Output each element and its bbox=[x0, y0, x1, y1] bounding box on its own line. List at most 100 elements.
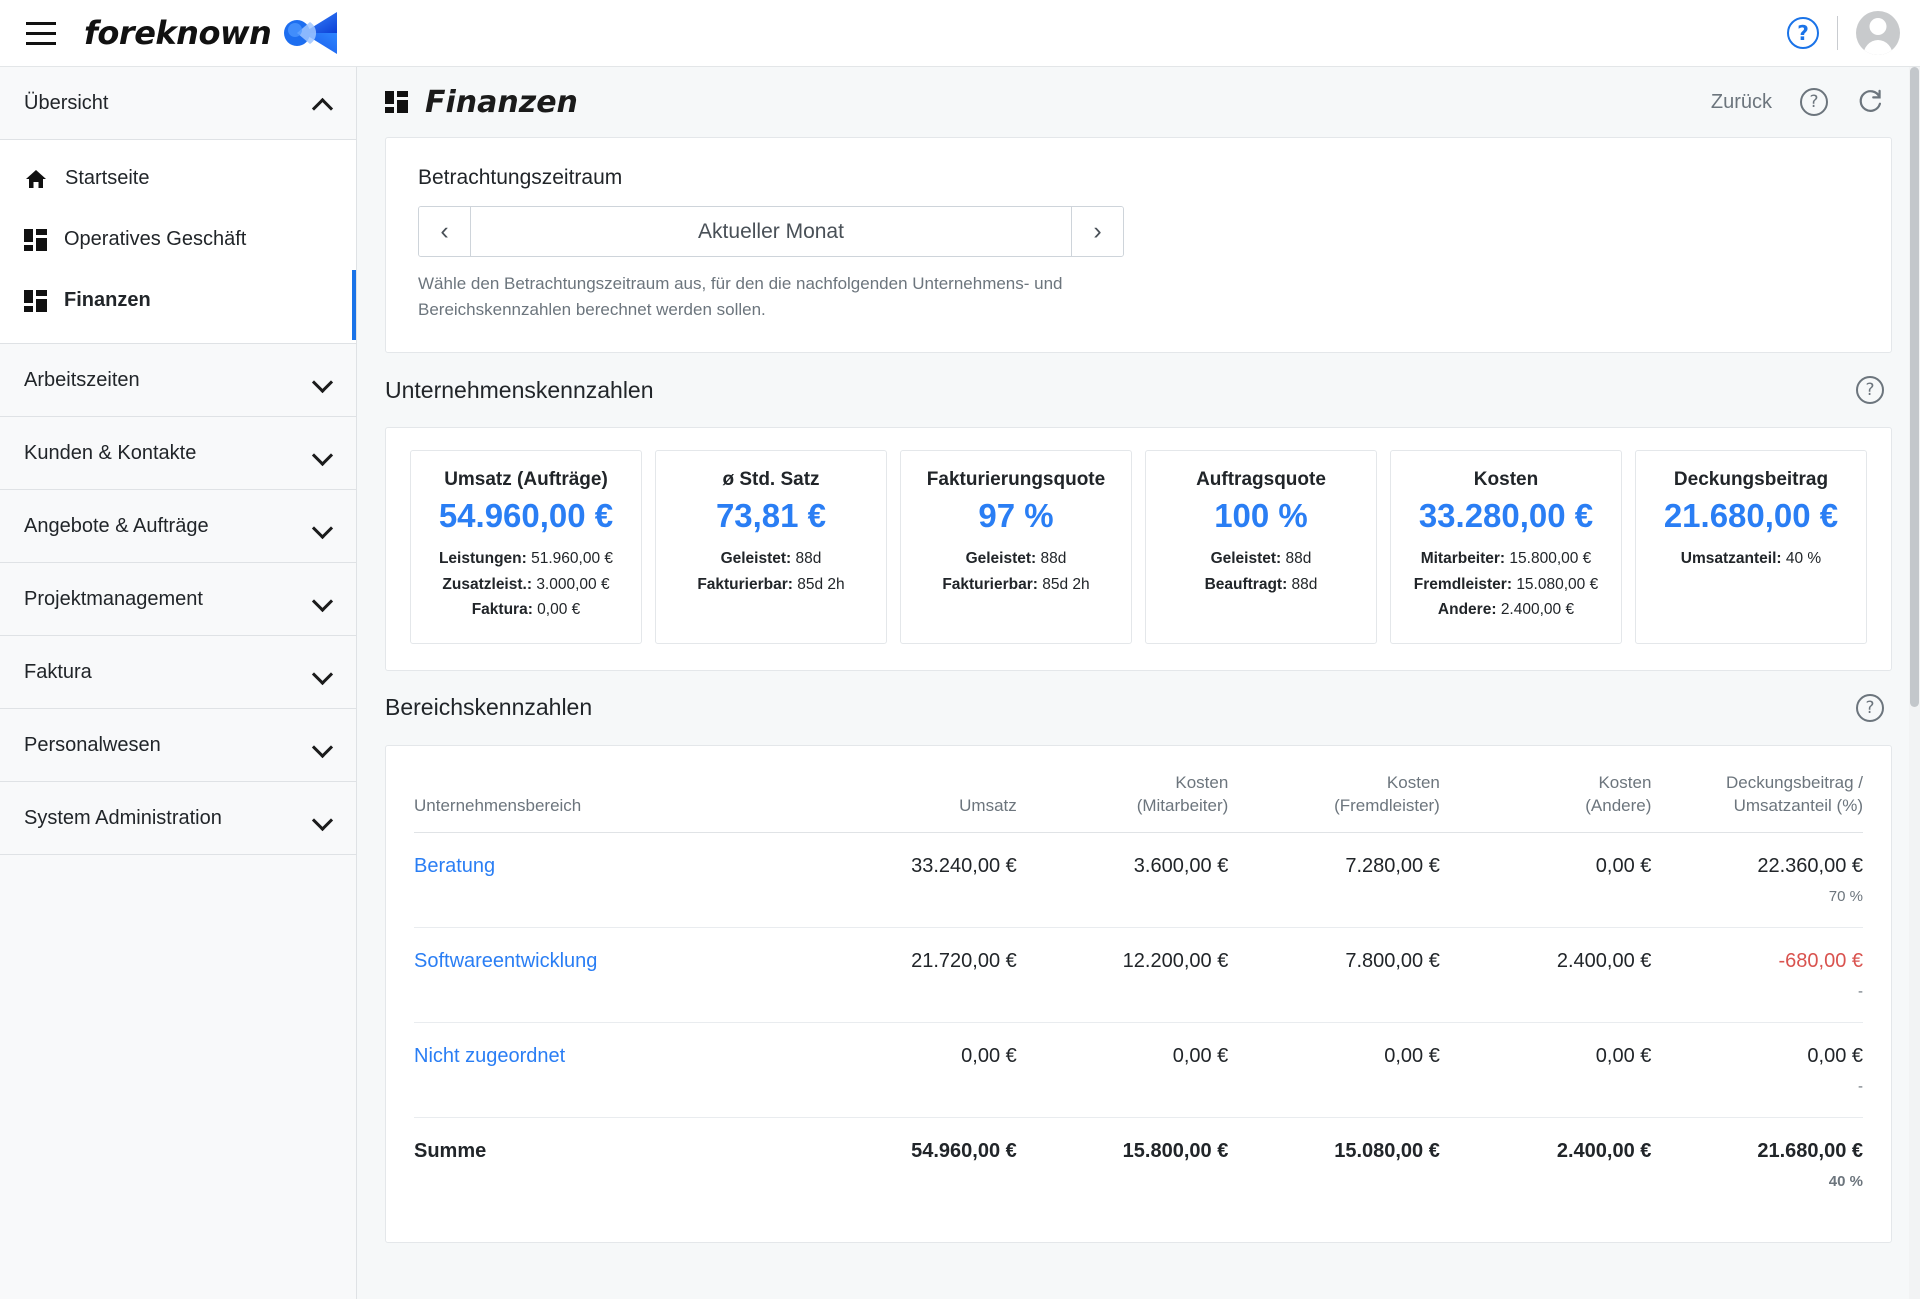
back-button[interactable]: Zurück bbox=[1711, 91, 1772, 114]
help-circle-icon[interactable]: ? bbox=[1787, 17, 1819, 49]
vertical-scrollbar[interactable] bbox=[1909, 67, 1920, 1299]
sidebar-group-label: Personalwesen bbox=[24, 733, 161, 756]
brand-name: foreknown bbox=[84, 14, 272, 52]
kpi-detail-label: Fremdleister: bbox=[1413, 575, 1512, 593]
cell-total-kosten-andere: 2.400,00 € bbox=[1556, 1139, 1652, 1162]
kpi-detail-value: 2.400,00 € bbox=[1500, 601, 1575, 619]
table-body: Beratung 33.240,00 € 3.600,00 € 7.280,00… bbox=[414, 832, 1863, 1212]
kpi-detail-label: Geleistet: bbox=[720, 550, 792, 567]
bereich-link[interactable]: Softwareentwicklung bbox=[414, 950, 597, 972]
sidebar-group-faktura[interactable]: Faktura bbox=[0, 636, 356, 709]
db-percent: 70 % bbox=[1828, 887, 1863, 905]
kpi-details: Geleistet: 88d Fakturierbar: 85d 2h bbox=[666, 546, 876, 597]
db-value: 21.680,00 € bbox=[1757, 1139, 1863, 1162]
kpi-detail-value: 51.960,00 € bbox=[531, 550, 614, 567]
col-line2: (Fremdleister) bbox=[1334, 795, 1440, 815]
db-percent: - bbox=[1858, 982, 1863, 1000]
bereich-link[interactable]: Beratung bbox=[414, 855, 495, 877]
page-header: Finanzen Zurück ? bbox=[357, 67, 1920, 137]
area-metrics-title: Bereichskennzahlen bbox=[385, 694, 593, 721]
kpi-details: Umsatzanteil: 40 % bbox=[1646, 546, 1856, 572]
dashboard-grid-icon bbox=[385, 91, 408, 113]
chevron-down-icon bbox=[314, 590, 332, 608]
company-metrics-panel: Umsatz (Aufträge) 54.960,00 € Leistungen… bbox=[385, 427, 1892, 671]
help-circle-icon[interactable]: ? bbox=[1800, 88, 1828, 116]
bereich-link[interactable]: Nicht zugeordnet bbox=[414, 1045, 565, 1067]
chevron-down-icon bbox=[314, 809, 332, 827]
sidebar-item-startseite[interactable]: Startseite bbox=[0, 148, 356, 209]
chevron-down-icon bbox=[314, 517, 332, 535]
kpi-detail-value: 0,00 € bbox=[537, 601, 581, 619]
kpi-detail-label: Andere: bbox=[1437, 601, 1497, 619]
sidebar-item-finanzen[interactable]: Finanzen bbox=[0, 270, 356, 340]
sidebar-item-label: Startseite bbox=[65, 167, 150, 189]
kpi-card-fakturierungsquote: Fakturierungsquote 97 % Geleistet: 88d F… bbox=[900, 450, 1132, 644]
area-metrics-table: Unternehmensbereich Umsatz Kosten (Mitar… bbox=[414, 772, 1863, 1212]
cell-deckungsbeitrag: -680,00 € - bbox=[1651, 927, 1863, 1023]
sidebar-group-system-administration[interactable]: System Administration bbox=[0, 782, 356, 855]
page-title: Finanzen bbox=[385, 85, 578, 120]
kpi-details: Geleistet: 88d Fakturierbar: 85d 2h bbox=[911, 546, 1121, 597]
table-row: Softwareentwicklung 21.720,00 € 12.200,0… bbox=[414, 927, 1863, 1023]
sidebar-item-operatives-geschaeft[interactable]: Operatives Geschäft bbox=[0, 209, 356, 270]
chevron-right-icon[interactable]: › bbox=[1071, 207, 1123, 256]
chevron-down-icon bbox=[314, 736, 332, 754]
scrollbar-thumb[interactable] bbox=[1910, 67, 1919, 707]
sidebar-group-label: Faktura bbox=[24, 660, 92, 683]
kpi-detail-value: 88d bbox=[1285, 550, 1312, 567]
period-panel: Betrachtungszeitraum ‹ Aktueller Monat ›… bbox=[385, 137, 1892, 353]
chevron-left-icon[interactable]: ‹ bbox=[419, 207, 471, 256]
sidebar-group-angebote-auftraege[interactable]: Angebote & Aufträge bbox=[0, 490, 356, 563]
sidebar-group-label: Projektmanagement bbox=[24, 587, 203, 610]
kpi-detail-label: Beauftragt: bbox=[1204, 575, 1288, 593]
kpi-value: 100 % bbox=[1214, 497, 1308, 534]
kpi-detail-value: 40 % bbox=[1785, 550, 1822, 567]
cell-umsatz: 21.720,00 € bbox=[805, 927, 1017, 1023]
kpi-detail-label: Umsatzanteil: bbox=[1680, 550, 1782, 567]
col-unternehmensbereich: Unternehmensbereich bbox=[414, 772, 805, 832]
user-avatar-icon[interactable] bbox=[1856, 11, 1900, 55]
kpi-title: Deckungsbeitrag bbox=[1673, 469, 1829, 490]
col-line1: Kosten bbox=[1598, 772, 1652, 792]
kpi-value: 97 % bbox=[978, 497, 1054, 534]
hamburger-menu-icon[interactable] bbox=[18, 10, 64, 56]
sidebar-group-kunden-kontakte[interactable]: Kunden & Kontakte bbox=[0, 417, 356, 490]
kpi-detail-label: Zusatzleist.: bbox=[442, 575, 532, 593]
cell-deckungsbeitrag: 22.360,00 € 70 % bbox=[1651, 832, 1863, 928]
foreknown-logo-icon bbox=[281, 10, 339, 56]
refresh-icon[interactable] bbox=[1856, 88, 1884, 116]
brand-logo-area[interactable]: foreknown bbox=[84, 10, 339, 56]
period-value[interactable]: Aktueller Monat bbox=[471, 207, 1071, 256]
kpi-title: Umsatz (Aufträge) bbox=[444, 469, 608, 490]
kpi-details: Mitarbeiter: 15.800,00 € Fremdleister: 1… bbox=[1401, 546, 1611, 623]
area-metrics-panel: Unternehmensbereich Umsatz Kosten (Mitar… bbox=[385, 744, 1892, 1243]
sidebar-item-label: Finanzen bbox=[64, 289, 151, 311]
kpi-detail-value: 88d bbox=[795, 550, 822, 567]
sidebar-group-arbeitszeiten[interactable]: Arbeitszeiten bbox=[0, 344, 356, 417]
sidebar-group-personalwesen[interactable]: Personalwesen bbox=[0, 709, 356, 782]
top-bar-actions: ? bbox=[1787, 11, 1920, 55]
table-row: Nicht zugeordnet 0,00 € 0,00 € 0,00 € 0,… bbox=[414, 1022, 1863, 1118]
col-umsatz: Umsatz bbox=[805, 772, 1017, 832]
chevron-down-icon bbox=[314, 663, 332, 681]
hamburger-bar bbox=[26, 31, 56, 35]
col-kosten-fremdleister: Kosten (Fremdleister) bbox=[1228, 772, 1440, 832]
kpi-title: ø Std. Satz bbox=[722, 469, 820, 490]
db-value: -680,00 € bbox=[1778, 949, 1863, 972]
table-row: Beratung 33.240,00 € 3.600,00 € 7.280,00… bbox=[414, 832, 1863, 928]
cell-kosten-andere: 0,00 € bbox=[1439, 832, 1652, 928]
kpi-detail-value: 88d bbox=[1040, 550, 1067, 567]
kpi-details: Leistungen: 51.960,00 € Zusatzleist.: 3.… bbox=[421, 546, 631, 623]
kpi-detail-label: Fakturierbar: bbox=[942, 575, 1038, 593]
page-header-actions: Zurück ? bbox=[1711, 88, 1884, 116]
kpi-detail-label: Geleistet: bbox=[965, 550, 1037, 567]
kpi-detail-value: 88d bbox=[1291, 575, 1318, 593]
cell-bereich: Softwareentwicklung bbox=[414, 927, 806, 1023]
cell-kosten-fremdleister: 7.280,00 € bbox=[1228, 832, 1440, 928]
sidebar-group-label: Angebote & Aufträge bbox=[24, 514, 209, 537]
kpi-detail-label: Faktura: bbox=[471, 601, 533, 619]
help-circle-icon[interactable]: ? bbox=[1856, 693, 1884, 722]
help-circle-icon[interactable]: ? bbox=[1856, 376, 1884, 404]
sidebar-group-projektmanagement[interactable]: Projektmanagement bbox=[0, 563, 356, 636]
sidebar-group-uebersicht[interactable]: Übersicht bbox=[0, 67, 356, 140]
